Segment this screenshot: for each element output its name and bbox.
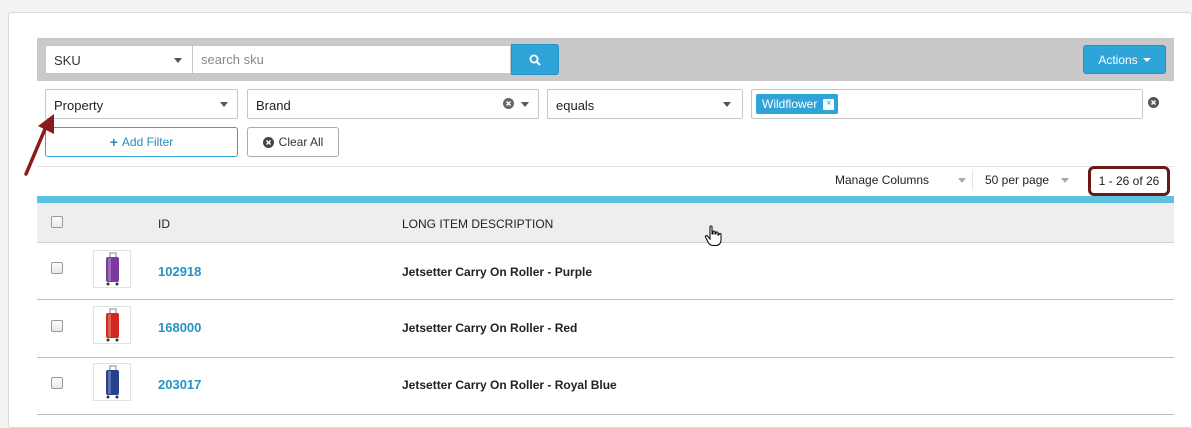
header-accent-bar: [37, 196, 1174, 203]
filter-tag: Wildflower ×: [756, 94, 839, 114]
hand-cursor-icon: [704, 225, 722, 246]
table-row[interactable]: [37, 243, 1174, 300]
select-all-checkbox[interactable]: [51, 216, 63, 228]
item-description: Jetsetter Carry On Roller - Red: [402, 321, 578, 335]
item-description: Jetsetter Carry On Roller - Purple: [402, 265, 593, 279]
search-input[interactable]: [193, 45, 511, 74]
search-field-select[interactable]: SKU: [45, 45, 193, 74]
filter-property-select[interactable]: Brand: [247, 89, 539, 119]
product-thumbnail: [93, 306, 131, 344]
chevron-down-icon: [1061, 178, 1069, 183]
remove-tag-icon[interactable]: ×: [823, 98, 835, 110]
filter-attribute-value: Property: [54, 98, 104, 113]
search-field-value: SKU: [54, 53, 81, 68]
chevron-down-icon: [723, 102, 731, 107]
row-checkbox[interactable]: [51, 377, 63, 389]
filter-operator-select[interactable]: equals: [547, 89, 743, 119]
clear-circle-icon: [262, 136, 274, 148]
clear-all-button[interactable]: Clear All: [247, 127, 339, 157]
chevron-down-icon: [958, 178, 966, 183]
filter-operator-value: equals: [556, 98, 595, 113]
row-checkbox[interactable]: [51, 262, 63, 274]
add-filter-label: Add Filter: [121, 135, 174, 149]
suitcase-icon: [106, 308, 119, 342]
chevron-down-icon: [174, 58, 182, 63]
column-header-description[interactable]: LONG ITEM DESCRIPTION: [402, 217, 553, 231]
item-id-link[interactable]: 102918: [158, 264, 201, 279]
caret-down-icon: [1142, 57, 1151, 62]
pagination-range: 1 - 26 of 26: [1088, 166, 1170, 196]
product-thumbnail: [93, 250, 131, 288]
table-header: [37, 203, 1174, 243]
add-filter-button[interactable]: + Add Filter: [45, 127, 238, 157]
filter-tag-label: Wildflower: [762, 97, 818, 111]
suitcase-icon: [106, 365, 119, 399]
actions-label: Actions: [1098, 52, 1138, 67]
column-header-id[interactable]: ID: [158, 217, 170, 231]
table-row[interactable]: [37, 301, 1174, 358]
filter-property-value: Brand: [256, 98, 291, 113]
pagination-range-text: 1 - 26 of 26: [1098, 174, 1160, 188]
remove-filter-icon[interactable]: [1148, 97, 1159, 108]
divider: [972, 170, 973, 190]
chevron-down-icon: [521, 102, 529, 107]
manage-columns-dropdown[interactable]: Manage Columns: [835, 173, 929, 187]
clear-circle-icon[interactable]: [503, 98, 514, 109]
clear-all-label: Clear All: [278, 135, 324, 149]
plus-icon: +: [109, 134, 118, 150]
search-button[interactable]: [511, 44, 559, 75]
chevron-down-icon: [220, 102, 228, 107]
product-thumbnail: [93, 363, 131, 401]
search-icon: [529, 54, 541, 66]
row-checkbox[interactable]: [51, 320, 63, 332]
filter-value-input[interactable]: Wildflower ×: [751, 89, 1143, 119]
suitcase-icon: [106, 252, 119, 286]
item-id-link[interactable]: 168000: [158, 320, 201, 335]
filter-attribute-select[interactable]: Property: [45, 89, 238, 119]
per-page-dropdown[interactable]: 50 per page: [985, 173, 1049, 187]
item-description: Jetsetter Carry On Roller - Royal Blue: [402, 378, 617, 392]
item-id-link[interactable]: 203017: [158, 377, 201, 392]
actions-button[interactable]: Actions: [1083, 45, 1166, 74]
